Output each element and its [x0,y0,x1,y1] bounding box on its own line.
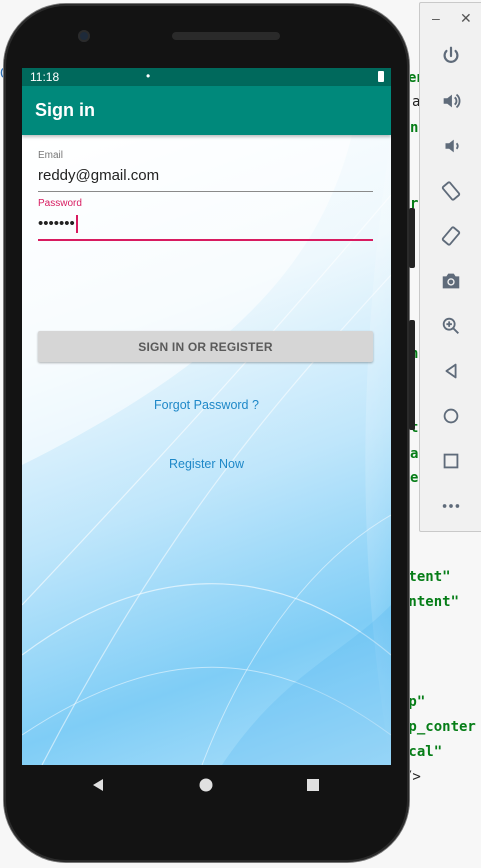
email-input[interactable]: reddy@gmail.com [38,167,373,187]
device-screen: 11:18 • Sign in Email reddy@gmail.com Pa… [22,68,391,765]
text-cursor [75,215,78,234]
page-title: Sign in [35,100,95,120]
sign-in-content: Email reddy@gmail.com Password ••••••• S… [22,135,391,765]
app-bar: Sign in [22,86,391,135]
power-side-button [409,208,415,268]
email-field[interactable]: Email reddy@gmail.com [38,150,373,192]
password-field[interactable]: Password ••••••• [38,198,373,241]
power-icon[interactable] [436,41,466,71]
code-fragment: e [410,470,419,486]
rotate-right-icon[interactable] [436,221,466,251]
overview-icon[interactable] [436,446,466,476]
home-icon[interactable] [436,401,466,431]
navigation-bar [22,765,391,805]
camera-icon[interactable] [436,266,466,296]
status-time: 11:18 [30,70,60,84]
nav-home-icon[interactable] [198,777,214,793]
status-bar: 11:18 • [22,68,391,86]
back-icon[interactable] [436,356,466,386]
password-value: ••••••• [38,215,75,232]
code-fragment: n [410,120,419,136]
more-icon[interactable] [436,491,466,521]
front-camera-icon [78,30,90,42]
nav-back-icon[interactable] [90,777,106,793]
register-now-link[interactable]: Register Now [22,457,391,471]
emulator-toolbar: – ✕ [419,2,481,532]
volume-up-icon[interactable] [436,86,466,116]
email-underline [38,191,373,192]
password-underline [38,239,373,241]
volume-side-button [409,320,415,430]
forgot-password-link[interactable]: Forgot Password ? [22,398,391,412]
password-input[interactable]: ••••••• [38,215,373,235]
code-fragment: ap_conter [400,719,476,735]
password-label: Password [38,198,82,209]
minimize-button[interactable]: – [432,11,440,25]
speaker-grille [172,32,280,40]
sign-in-button[interactable]: SIGN IN OR REGISTER [38,331,373,362]
volume-down-icon[interactable] [436,131,466,161]
battery-icon [378,71,384,82]
zoom-icon[interactable] [436,311,466,341]
nav-overview-icon[interactable] [305,777,321,793]
email-label: Email [38,150,64,161]
rotate-left-icon[interactable] [436,176,466,206]
notification-dot: • [146,69,151,83]
close-button[interactable]: ✕ [460,11,472,25]
